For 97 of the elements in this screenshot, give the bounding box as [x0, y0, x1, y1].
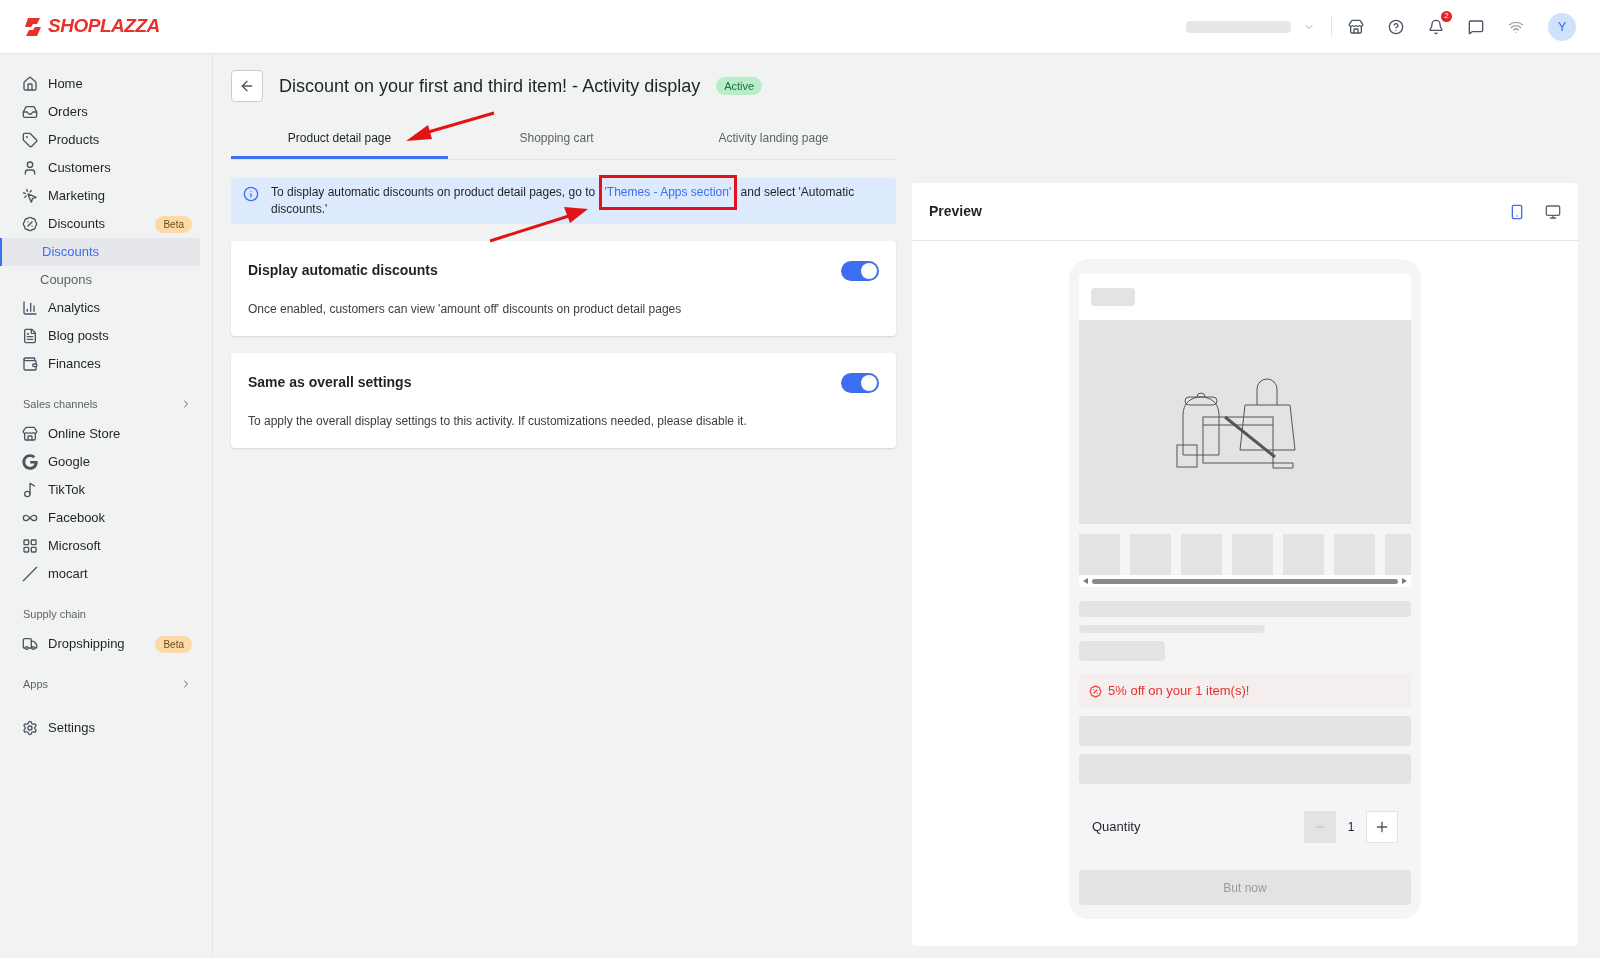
logo-text: SHOPLAZZA	[48, 14, 160, 39]
nav-item[interactable]: Dropshipping Beta	[0, 630, 212, 658]
help-icon[interactable]	[1388, 18, 1404, 35]
tag-icon	[22, 132, 38, 148]
slash-icon	[22, 566, 38, 582]
thumbnail-placeholder	[1232, 534, 1273, 575]
nav-label: Blog posts	[48, 327, 109, 346]
nav-item[interactable]: Home	[0, 70, 212, 98]
section-label: Supply chain	[23, 606, 86, 622]
scroll-right-icon[interactable]	[1402, 578, 1407, 584]
nav-label: Home	[48, 75, 83, 94]
chat-icon[interactable]	[1468, 18, 1484, 35]
nav-item[interactable]: Orders	[0, 98, 212, 126]
toggle-switch[interactable]	[841, 260, 879, 281]
wallet-icon	[22, 356, 38, 372]
back-button[interactable]	[231, 70, 263, 102]
nav-item[interactable]: Marketing	[0, 182, 212, 210]
beta-badge: Beta	[155, 635, 192, 653]
document-icon	[22, 328, 38, 344]
notification-icon[interactable]	[1428, 18, 1444, 35]
beta-badge: Beta	[155, 215, 192, 233]
setting-title: Same as overall settings	[248, 373, 412, 392]
store-icon[interactable]	[1348, 18, 1364, 35]
increment-button[interactable]	[1366, 811, 1398, 843]
setting-description: Once enabled, customers can view 'amount off' discounts on product detail pages	[248, 301, 683, 318]
nav-label: Discounts	[48, 215, 106, 234]
nav-label: Google	[48, 453, 90, 472]
nav-item[interactable]: Facebook	[0, 504, 212, 532]
logo-icon	[24, 15, 44, 38]
scroll-left-icon[interactable]	[1083, 578, 1088, 584]
toggle-switch[interactable]	[841, 372, 879, 393]
grid-icon	[22, 538, 38, 554]
monitor-icon[interactable]	[1545, 203, 1561, 220]
nav-item[interactable]: Google	[0, 448, 212, 476]
person-icon	[22, 160, 38, 176]
nav-label: Orders	[48, 103, 88, 122]
nav-label: Facebook	[48, 509, 106, 528]
info-icon	[243, 186, 259, 202]
tab[interactable]: Shopping cart	[448, 119, 665, 159]
nav-label: Finances	[48, 355, 101, 374]
nav-item[interactable]: mocart	[0, 560, 212, 588]
percent-badge-icon	[22, 216, 38, 232]
nav-label: mocart	[48, 565, 88, 584]
nav-label: Microsoft	[48, 537, 101, 556]
truck-icon	[22, 636, 38, 652]
nav-item[interactable]: Customers	[0, 154, 212, 182]
plus-icon	[1374, 819, 1390, 835]
nav-label: TikTok	[48, 481, 86, 500]
preview-title: Preview	[929, 202, 982, 221]
tab[interactable]: Activity landing page	[665, 119, 882, 159]
store-icon	[22, 426, 38, 442]
nav-label: Dropshipping	[48, 635, 125, 654]
info-text: To display automatic discounts on product detail pages, go to 'Themes - Apps section' and select 'Automatic discounts.'	[271, 184, 884, 218]
nav-label: Settings	[48, 719, 95, 738]
nav-label: Analytics	[48, 299, 101, 318]
nav-item[interactable]: Discounts Beta	[0, 210, 212, 238]
user-avatar[interactable]: Y	[1548, 12, 1576, 41]
nav-item[interactable]: Blog posts	[0, 322, 212, 350]
thumbnail-placeholder	[1334, 534, 1375, 575]
skeleton-bar	[1091, 288, 1135, 306]
nav-item[interactable]: Microsoft	[0, 532, 212, 560]
thumbnail-placeholder	[1079, 534, 1120, 575]
section-label: Apps	[23, 676, 49, 692]
nav-item[interactable]: Settings	[0, 714, 212, 742]
nav-label: Online Store	[48, 425, 121, 444]
nav-item[interactable]: Finances	[0, 350, 212, 378]
themes-link[interactable]: 'Themes - Apps section'	[604, 185, 732, 199]
nav-item[interactable]: Online Store	[0, 420, 212, 448]
nav-item[interactable]: Analytics	[0, 294, 212, 322]
thumbnail-placeholder	[1283, 534, 1324, 575]
quantity-label: Quantity	[1092, 818, 1141, 837]
page-title: Discount on your first and third item! - Activity display	[279, 74, 701, 98]
pointer-icon	[22, 188, 38, 204]
discount-icon	[1089, 684, 1102, 698]
nav-item[interactable]: Products	[0, 126, 212, 154]
nav-label: Marketing	[48, 187, 106, 206]
setting-description: To apply the overall display settings to this activity. If customizations needed, please disable it.	[248, 413, 748, 430]
phone-icon[interactable]	[1509, 203, 1525, 220]
music-note-icon	[22, 482, 38, 498]
nav-label: Customers	[48, 159, 111, 178]
nav-subitem[interactable]: Coupons	[0, 266, 200, 294]
setting-title: Display automatic discounts	[248, 261, 438, 280]
google-icon	[22, 454, 38, 470]
bar-chart-icon	[22, 300, 38, 316]
nav-label: Products	[48, 131, 100, 150]
nav-item[interactable]: TikTok	[0, 476, 212, 504]
thumbnail-placeholder	[1130, 534, 1171, 575]
quantity-value: 1	[1346, 819, 1356, 836]
settings-icon	[22, 720, 38, 736]
status-badge: Active	[716, 76, 763, 96]
thumbnail-placeholder	[1181, 534, 1222, 575]
notification-count: 2	[1441, 10, 1452, 22]
section-label: Sales channels	[23, 396, 98, 412]
house-icon	[22, 76, 38, 92]
nav-subitem[interactable]: Discounts	[0, 238, 200, 266]
discount-text: 5% off on your 1 item(s)!	[1108, 682, 1250, 701]
inbox-icon	[22, 104, 38, 120]
